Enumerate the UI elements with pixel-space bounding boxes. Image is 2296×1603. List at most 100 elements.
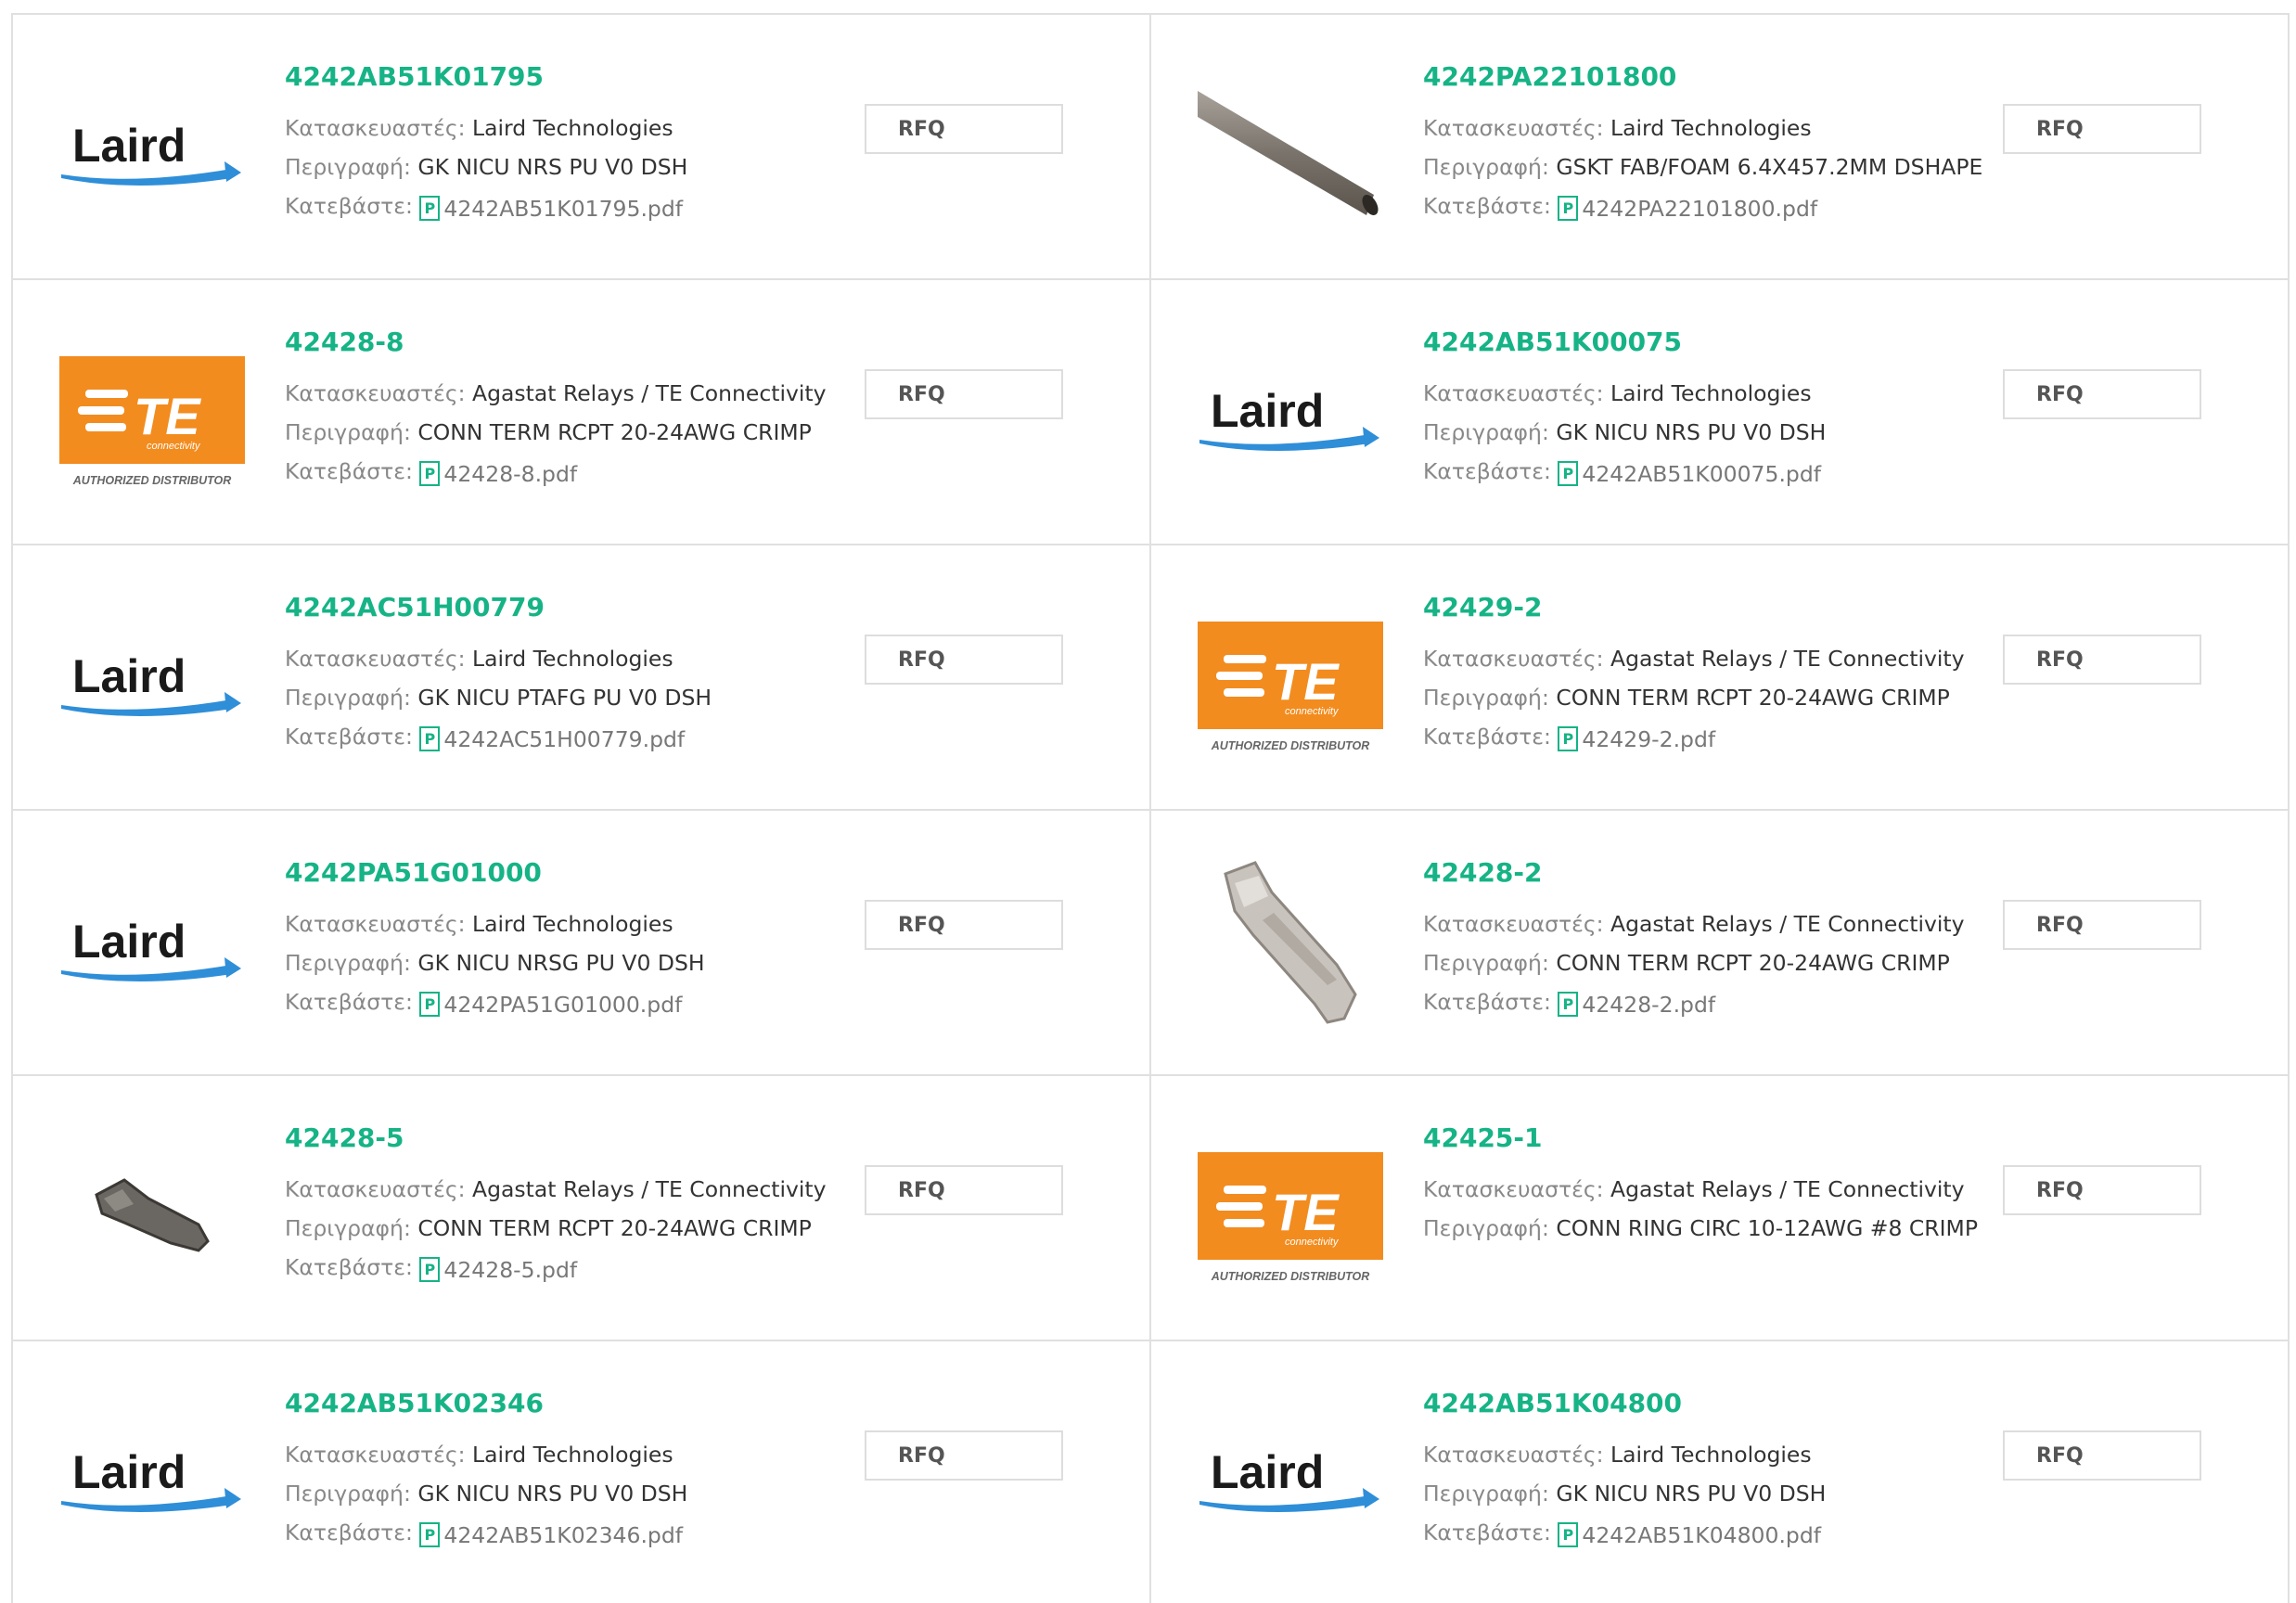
pdf-icon: P bbox=[419, 726, 441, 751]
part-number-link[interactable]: 42428-5 bbox=[285, 1122, 404, 1153]
download-label: Κατεβάστε: bbox=[1423, 724, 1551, 750]
manufacturer-value: Laird Technologies bbox=[472, 646, 673, 672]
download-label: Κατεβάστε: bbox=[285, 193, 413, 219]
product-card: Laird 4242PA51G01000 Κατασκευαστές: Lair… bbox=[13, 811, 1151, 1076]
manufacturer-value: Laird Technologies bbox=[472, 115, 673, 141]
pdf-filename: 42428-8.pdf bbox=[443, 460, 578, 487]
download-row: Κατεβάστε: P 42428-5.pdf bbox=[285, 1254, 577, 1283]
laird-logo-text: Laird bbox=[72, 916, 186, 968]
pdf-download-link[interactable]: P 42429-2.pdf bbox=[1558, 726, 1715, 752]
description-label: Περιγραφή: bbox=[1423, 950, 1549, 976]
description-row: Περιγραφή: CONN TERM RCPT 20-24AWG CRIMP bbox=[285, 1215, 812, 1241]
rfq-button[interactable]: RFQ bbox=[2003, 635, 2201, 685]
description-label: Περιγραφή: bbox=[285, 950, 411, 976]
pdf-icon: P bbox=[419, 1522, 441, 1547]
pdf-download-link[interactable]: P 4242PA51G01000.pdf bbox=[419, 992, 682, 1018]
pdf-download-link[interactable]: P 4242PA22101800.pdf bbox=[1558, 196, 1817, 222]
part-number-link[interactable]: 4242AB51K00075 bbox=[1423, 327, 1682, 357]
rfq-button[interactable]: RFQ bbox=[2003, 1430, 2201, 1481]
pdf-download-link[interactable]: P 42428-2.pdf bbox=[1558, 992, 1715, 1018]
part-number-link[interactable]: 42428-8 bbox=[285, 327, 404, 357]
terminal-photo bbox=[95, 1178, 210, 1252]
product-card: 42428-5 Κατασκευαστές: Agastat Relays / … bbox=[13, 1076, 1151, 1341]
download-label: Κατεβάστε: bbox=[285, 1254, 413, 1280]
description-value: CONN TERM RCPT 20-24AWG CRIMP bbox=[1556, 950, 1950, 976]
pdf-filename: 4242AB51K01795.pdf bbox=[443, 195, 684, 222]
pdf-filename: 4242PA22101800.pdf bbox=[1582, 195, 1818, 222]
part-number-link[interactable]: 4242AC51H00779 bbox=[285, 592, 545, 622]
description-label: Περιγραφή: bbox=[285, 1215, 411, 1241]
manufacturer-value: Agastat Relays / TE Connectivity bbox=[1610, 1176, 1965, 1202]
download-row: Κατεβάστε: P 4242PA22101800.pdf bbox=[1423, 193, 1817, 222]
rfq-button[interactable]: RFQ bbox=[2003, 104, 2201, 154]
te-logo-brand: TE bbox=[1272, 1183, 1340, 1241]
description-label: Περιγραφή: bbox=[285, 419, 411, 445]
description-row: Περιγραφή: GSKT FAB/FOAM 6.4X457.2MM DSH… bbox=[1423, 154, 1982, 180]
pdf-download-link[interactable]: P 4242AB51K02346.pdf bbox=[419, 1522, 683, 1548]
description-value: GK NICU NRS PU V0 DSH bbox=[417, 154, 688, 180]
pdf-filename: 4242PA51G01000.pdf bbox=[443, 991, 683, 1018]
product-card: 4242PA22101800 Κατασκευαστές: Laird Tech… bbox=[1151, 15, 2290, 280]
part-number-link[interactable]: 4242PA51G01000 bbox=[285, 857, 542, 888]
pdf-download-link[interactable]: P 42428-8.pdf bbox=[419, 461, 577, 487]
description-value: GK NICU NRS PU V0 DSH bbox=[1556, 1481, 1827, 1507]
manufacturer-row: Κατασκευαστές: Laird Technologies bbox=[1423, 115, 1812, 141]
download-label: Κατεβάστε: bbox=[1423, 989, 1551, 1015]
manufacturer-value: Laird Technologies bbox=[1610, 380, 1812, 406]
description-row: Περιγραφή: GK NICU NRSG PU V0 DSH bbox=[285, 950, 705, 976]
part-number-link[interactable]: 4242AB51K02346 bbox=[285, 1388, 544, 1418]
pdf-download-link[interactable]: P 4242AB51K00075.pdf bbox=[1558, 461, 1821, 487]
manufacturer-label: Κατασκευαστές: bbox=[285, 115, 466, 141]
rfq-button[interactable]: RFQ bbox=[2003, 900, 2201, 950]
part-number-link[interactable]: 4242PA22101800 bbox=[1423, 61, 1676, 92]
rfq-button[interactable]: RFQ bbox=[865, 1165, 1063, 1215]
laird-logo-text: Laird bbox=[1211, 385, 1324, 437]
manufacturer-value: Agastat Relays / TE Connectivity bbox=[472, 380, 827, 406]
te-logo: TE connectivity AUTHORIZED DISTRIBUTOR bbox=[1198, 622, 1383, 752]
te-logo-badge: AUTHORIZED DISTRIBUTOR bbox=[1211, 739, 1370, 752]
pdf-download-link[interactable]: P 4242AB51K04800.pdf bbox=[1558, 1522, 1821, 1548]
part-number-link[interactable]: 42429-2 bbox=[1423, 592, 1543, 622]
rfq-button[interactable]: RFQ bbox=[865, 104, 1063, 154]
description-value: GSKT FAB/FOAM 6.4X457.2MM DSHAPE bbox=[1556, 154, 1983, 180]
pdf-filename: 4242AC51H00779.pdf bbox=[443, 725, 686, 752]
rfq-button[interactable]: RFQ bbox=[865, 1430, 1063, 1481]
part-number-link[interactable]: 4242AB51K01795 bbox=[285, 61, 544, 92]
rfq-button[interactable]: RFQ bbox=[865, 635, 1063, 685]
part-number-link[interactable]: 4242AB51K04800 bbox=[1423, 1388, 1682, 1418]
manufacturer-value: Agastat Relays / TE Connectivity bbox=[1610, 646, 1965, 672]
rfq-button[interactable]: RFQ bbox=[2003, 369, 2201, 419]
rfq-button[interactable]: RFQ bbox=[865, 900, 1063, 950]
download-label: Κατεβάστε: bbox=[285, 724, 413, 750]
part-number-link[interactable]: 42425-1 bbox=[1423, 1122, 1543, 1153]
te-logo-badge: AUTHORIZED DISTRIBUTOR bbox=[72, 474, 232, 487]
manufacturer-row: Κατασκευαστές: Laird Technologies bbox=[1423, 380, 1812, 406]
description-value: CONN RING CIRC 10-12AWG #8 CRIMP bbox=[1556, 1215, 1979, 1241]
product-card: Laird 4242AB51K00075 Κατασκευαστές: Lair… bbox=[1151, 280, 2290, 545]
description-row: Περιγραφή: GK NICU NRS PU V0 DSH bbox=[285, 1481, 687, 1507]
manufacturer-label: Κατασκευαστές: bbox=[285, 380, 466, 406]
download-row: Κατεβάστε: P 4242AB51K00075.pdf bbox=[1423, 458, 1821, 487]
pdf-download-link[interactable]: P 42428-5.pdf bbox=[419, 1257, 577, 1283]
manufacturer-row: Κατασκευαστές: Laird Technologies bbox=[285, 1442, 673, 1468]
part-number-link[interactable]: 42428-2 bbox=[1423, 857, 1543, 888]
description-row: Περιγραφή: GK NICU NRS PU V0 DSH bbox=[285, 154, 687, 180]
manufacturer-row: Κατασκευαστές: Laird Technologies bbox=[285, 911, 673, 937]
rfq-button[interactable]: RFQ bbox=[865, 369, 1063, 419]
manufacturer-value: Laird Technologies bbox=[1610, 1442, 1812, 1468]
product-card: Laird 4242AB51K02346 Κατασκευαστές: Lair… bbox=[13, 1341, 1151, 1603]
manufacturer-label: Κατασκευαστές: bbox=[1423, 115, 1604, 141]
pdf-download-link[interactable]: P 4242AB51K01795.pdf bbox=[419, 196, 683, 222]
pdf-download-link[interactable]: P 4242AC51H00779.pdf bbox=[419, 726, 685, 752]
description-row: Περιγραφή: CONN RING CIRC 10-12AWG #8 CR… bbox=[1423, 1215, 1978, 1241]
pdf-filename: 42428-2.pdf bbox=[1582, 991, 1716, 1018]
description-label: Περιγραφή: bbox=[285, 1481, 411, 1507]
description-row: Περιγραφή: GK NICU NRS PU V0 DSH bbox=[1423, 1481, 1826, 1507]
manufacturer-label: Κατασκευαστές: bbox=[285, 1442, 466, 1468]
terminal-photo bbox=[1224, 861, 1357, 1024]
pdf-icon: P bbox=[1558, 992, 1579, 1017]
te-logo: TE connectivity AUTHORIZED DISTRIBUTOR bbox=[1198, 1152, 1383, 1283]
download-label: Κατεβάστε: bbox=[285, 989, 413, 1015]
download-row: Κατεβάστε: P 42429-2.pdf bbox=[1423, 724, 1715, 752]
rfq-button[interactable]: RFQ bbox=[2003, 1165, 2201, 1215]
